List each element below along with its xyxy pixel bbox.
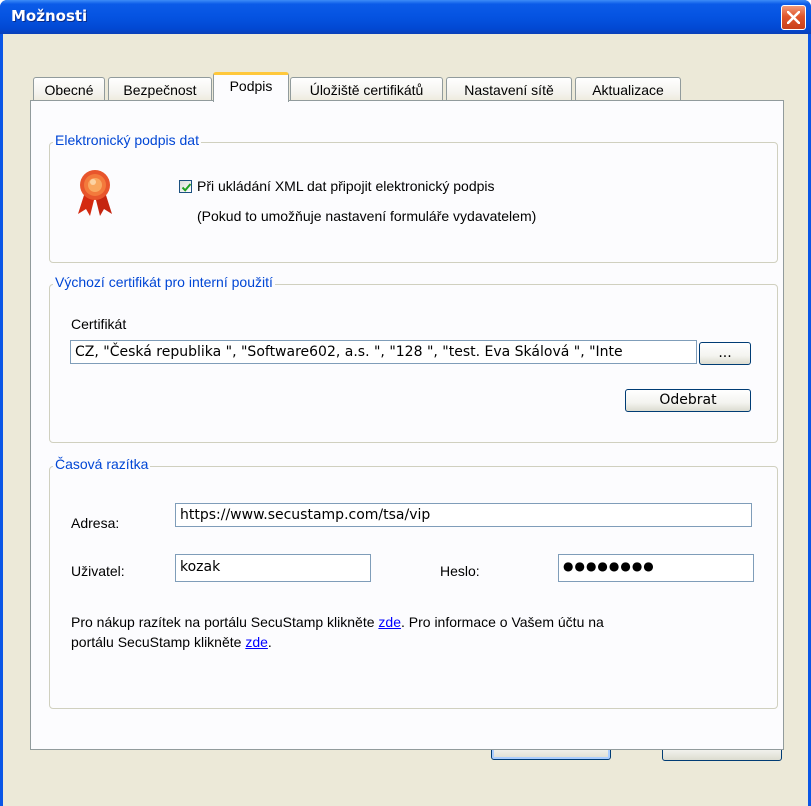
address-label: Adresa: [71,515,120,531]
title-bar[interactable]: Možnosti [0,0,811,34]
secustamp-info: Pro nákup razítek na portálu SecuStamp k… [71,612,604,652]
tab-panel-podpis: Elektronický podpis dat Při ukládání XML… [30,100,784,750]
tab-label: Nastavení sítě [464,82,554,98]
info-text: . [267,634,272,650]
tab-podpis[interactable]: Podpis [213,72,289,102]
user-input[interactable]: kozak [175,554,371,582]
signature-group [49,142,778,263]
remove-certificate-button[interactable]: Odebrat [625,389,751,412]
tab-label: Bezpečnost [123,82,197,98]
purchase-link[interactable]: zde [378,614,401,630]
certificate-field[interactable]: CZ, "Česká republika ", "Software602, a.… [70,340,697,364]
signature-note: (Pokud to umožňuje nastavení formuláře v… [197,208,537,224]
tab-label: Obecné [44,82,94,98]
info-text: portálu SecuStamp klikněte [71,634,246,650]
signature-group-title: Elektronický podpis dat [53,132,201,148]
tab-label: Aktualizace [592,82,664,98]
window-title: Možnosti [11,7,88,25]
options-dialog: Možnosti Obecné Bezpečnost Podpis Úložiš… [0,0,811,806]
checkmark-icon [181,183,192,192]
attach-signature-checkbox[interactable] [179,180,192,193]
certificate-group-title: Výchozí certifikát pro interní použití [53,274,275,290]
tab-label: Úložiště certifikátů [309,82,424,98]
timestamp-group-title: Časová razítka [53,456,151,472]
password-input[interactable]: ●●●●●●●● [558,554,754,582]
award-ribbon-icon [78,170,112,216]
dialog-client-area: Obecné Bezpečnost Podpis Úložiště certif… [3,34,808,806]
info-text: Pro nákup razítek na portálu SecuStamp k… [71,614,379,630]
browse-certificate-button[interactable]: ... [699,342,751,365]
user-label: Uživatel: [71,563,125,579]
info-text: . Pro informace o Vašem účtu na [400,614,604,630]
certificate-label: Certifikát [71,316,127,332]
password-label: Heslo: [440,563,480,579]
close-button[interactable] [781,5,806,30]
account-link[interactable]: zde [245,634,268,650]
close-icon [787,11,800,24]
address-input[interactable]: https://www.secustamp.com/tsa/vip [175,503,752,527]
attach-signature-label[interactable]: Při ukládání XML dat připojit elektronic… [197,178,495,194]
tab-label: Podpis [229,78,273,94]
